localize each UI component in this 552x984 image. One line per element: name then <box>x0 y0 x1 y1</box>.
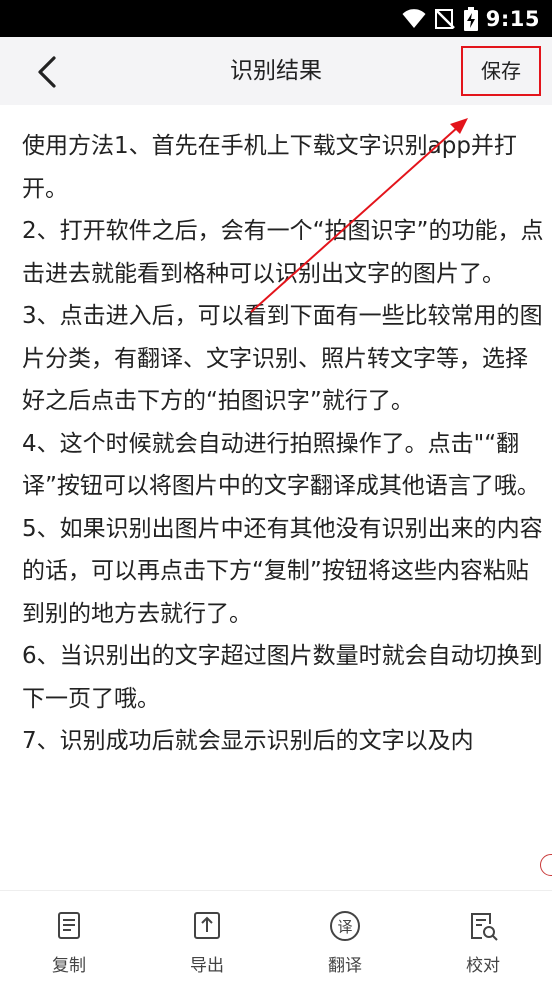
tab-copy[interactable]: 复制 <box>29 909 109 977</box>
paragraph: 6、当识别出的文字超过图片数量时就会自动切换到下一页了哦。 <box>22 643 543 712</box>
wifi-icon <box>402 8 426 28</box>
status-bar: 9:15 <box>0 0 552 37</box>
svg-text:译: 译 <box>337 918 352 936</box>
translate-icon: 译 <box>330 911 360 941</box>
paragraph: 7、识别成功后就会显示识别后的文字以及内 <box>22 728 474 754</box>
paragraph: 5、如果识别出图片中还有其他没有识别出来的内容的话，可以再点击下方“复制”按钮将… <box>22 515 543 627</box>
signal-blocked-icon <box>434 8 455 29</box>
paragraph: 3、点击进入后，可以看到下面有一些比较常用的图片分类，有翻译、文字识别、照片转文… <box>22 303 543 414</box>
battery-charging-icon <box>463 6 478 31</box>
header-bar: 识别结果 保存 <box>0 37 552 105</box>
tab-label: 校对 <box>466 956 500 976</box>
paragraph: 2、打开软件之后，会有一个“拍图识字”的功能，点击进去就能看到格种可以识别出文字… <box>22 218 544 287</box>
status-time: 9:15 <box>485 6 540 31</box>
proofread-icon <box>471 913 498 941</box>
bottom-toolbar: 复制 导出 译 翻译 校对 <box>0 890 552 984</box>
tab-label: 翻译 <box>328 956 362 976</box>
tab-proofread[interactable]: 校对 <box>443 909 523 977</box>
tab-translate[interactable]: 译 翻译 <box>305 909 385 977</box>
recognized-text[interactable]: 使用方法1、首先在手机上下载文字识别app并打开。 2、打开软件之后，会有一个“… <box>22 125 546 763</box>
status-icons: 9:15 <box>402 0 540 37</box>
copy-icon <box>58 912 80 939</box>
tab-label: 导出 <box>190 956 224 976</box>
edge-badge-icon <box>540 854 552 876</box>
recognized-text-area[interactable]: 使用方法1、首先在手机上下载文字识别app并打开。 2、打开软件之后，会有一个“… <box>0 105 552 890</box>
tab-export[interactable]: 导出 <box>167 909 247 977</box>
save-button[interactable]: 保存 <box>461 46 541 96</box>
paragraph: 使用方法1、首先在手机上下载文字识别app并打开。 <box>22 133 517 202</box>
tab-label: 复制 <box>52 956 86 976</box>
export-icon <box>194 912 220 939</box>
paragraph: 4、这个时候就会自动进行拍照操作了。点击"“翻译”按钮可以将图片中的文字翻译成其… <box>22 430 540 500</box>
